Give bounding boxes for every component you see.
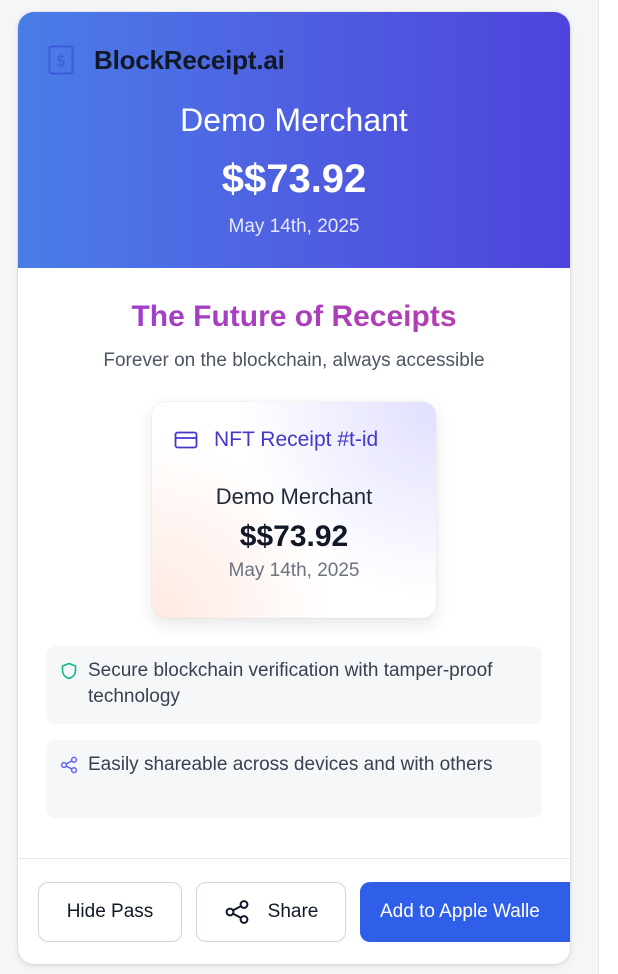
share-button[interactable]: Share: [196, 882, 346, 942]
receipt-header: $ BlockReceipt.ai Demo Merchant $$73.92 …: [18, 12, 570, 268]
header-amount: $$73.92: [221, 157, 367, 201]
add-to-apple-wallet-label: Add to Apple Walle: [380, 901, 540, 922]
nft-date: May 14th, 2025: [228, 560, 360, 581]
credit-card-icon: [174, 431, 198, 449]
promo-subtitle: Forever on the blockchain, always access…: [103, 350, 485, 371]
share-label: Share: [267, 901, 319, 922]
feature-secure-verification: Secure blockchain verification with tamp…: [46, 646, 542, 724]
shield-icon: [61, 662, 77, 680]
nft-merchant-name: Demo Merchant: [215, 484, 373, 509]
feature-shareable: Easily shareable across devices and with…: [46, 740, 542, 818]
hide-pass-label: Hide Pass: [66, 901, 154, 922]
header-merchant-name: Demo Merchant: [180, 102, 408, 138]
feature-text: Secure blockchain verification with tamp…: [88, 660, 493, 707]
nft-amount: $$73.92: [239, 520, 349, 553]
feature-text: Easily shareable across devices and with…: [88, 754, 493, 775]
share-icon: [60, 756, 78, 774]
brand-name: BlockReceipt.ai: [94, 44, 285, 75]
share-icon: [225, 900, 249, 924]
header-date: May 14th, 2025: [228, 216, 360, 237]
hide-pass-button[interactable]: Hide Pass: [38, 882, 182, 942]
brand: $ BlockReceipt.ai: [48, 44, 285, 76]
right-scroll-rail: [598, 0, 618, 974]
dollar-receipt-icon: $: [48, 45, 74, 75]
nft-receipt-card: NFT Receipt #t-id Demo Merchant $$73.92 …: [152, 402, 436, 618]
footer-divider: [18, 858, 570, 859]
receipt-pass-card: $ BlockReceipt.ai Demo Merchant $$73.92 …: [18, 12, 570, 964]
add-to-apple-wallet-button[interactable]: Add to Apple Walle: [360, 882, 570, 942]
svg-text:$: $: [56, 51, 66, 70]
nft-receipt-label: NFT Receipt #t-id: [214, 428, 379, 451]
nft-receipt-heading: NFT Receipt #t-id: [174, 428, 378, 452]
promo-title: The Future of Receipts: [18, 300, 570, 334]
